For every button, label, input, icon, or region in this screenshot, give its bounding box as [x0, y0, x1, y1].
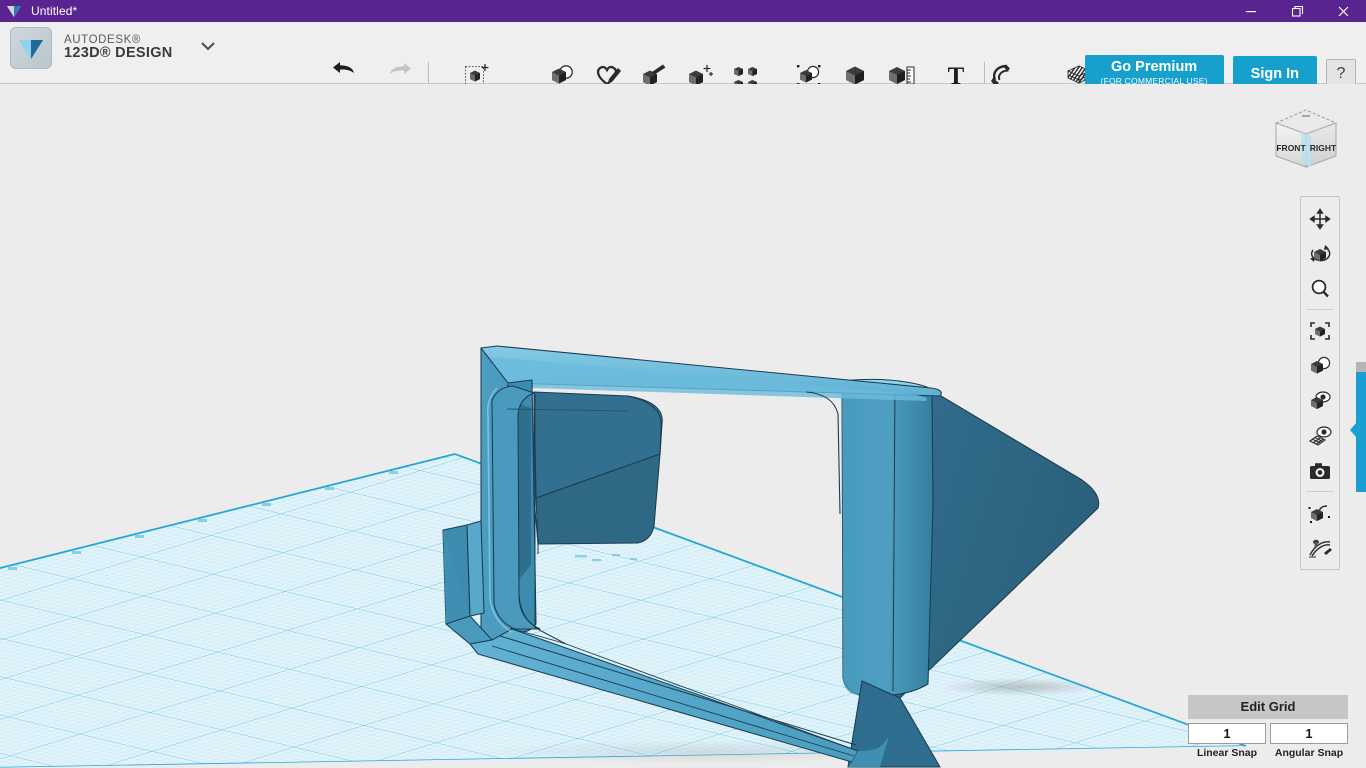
linear-snap-label: Linear Snap — [1196, 747, 1258, 759]
display-style-button[interactable] — [1301, 348, 1339, 383]
right-panel-toggle[interactable] — [1350, 372, 1366, 492]
app-logo-icon — [10, 27, 52, 69]
fit-button[interactable] — [1301, 313, 1339, 348]
brand-block[interactable]: AUTODESK® 123D® DESIGN — [10, 27, 217, 69]
view-cube[interactable]: FRONT RIGHT — [1264, 101, 1348, 177]
edit-grid-button[interactable]: Edit Grid — [1188, 695, 1348, 719]
model-shadow — [940, 678, 1100, 696]
model-flange-left-edge — [466, 520, 485, 617]
close-button[interactable] — [1320, 0, 1366, 22]
angular-snap-label: Angular Snap — [1274, 747, 1344, 759]
show-hidden-button[interactable] — [1301, 495, 1339, 530]
viewport-scene — [0, 345, 1247, 768]
zoom-button[interactable] — [1301, 271, 1339, 306]
undo-arrow-icon[interactable] — [330, 58, 358, 83]
restore-button[interactable] — [1274, 0, 1320, 22]
brand-line-product: 123D® DESIGN — [64, 45, 173, 62]
orbit-button[interactable] — [1301, 236, 1339, 271]
window-title: Untitled* — [31, 4, 78, 18]
view-cube-front-label: FRONT — [1276, 143, 1306, 153]
object-visibility-button[interactable] — [1301, 383, 1339, 418]
go-premium-label: Go Premium — [1110, 59, 1198, 75]
chevron-down-icon[interactable] — [199, 39, 217, 57]
chevron-left-icon — [1350, 422, 1357, 438]
snapshot-button[interactable] — [1301, 453, 1339, 488]
minimize-button[interactable] — [1228, 0, 1274, 22]
nav-divider — [1307, 309, 1333, 310]
autodesk-logo-icon — [3, 0, 25, 22]
navigation-toolbar — [1300, 196, 1340, 570]
angular-snap-input[interactable] — [1270, 723, 1348, 744]
nav-divider — [1307, 491, 1333, 492]
ground-grid — [0, 453, 1247, 768]
window-title-bar: Untitled* — [0, 0, 1366, 22]
grid-visibility-button[interactable] — [1301, 418, 1339, 453]
3d-viewport[interactable]: FRONT RIGHT Edit Grid 1 Linear Snap 1 An… — [0, 84, 1366, 768]
reset-view-button[interactable] — [1301, 530, 1339, 565]
redo-arrow-icon[interactable] — [386, 58, 414, 83]
right-panel-tab-cap — [1356, 362, 1366, 372]
edit-grid-panel: Edit Grid Linear Snap Angular Snap — [1188, 695, 1348, 759]
application-toolbar: AUTODESK® 123D® DESIGN T Go Premium (FOR… — [0, 22, 1366, 94]
view-cube-right-label: RIGHT — [1310, 143, 1337, 153]
window-controls — [1228, 0, 1366, 22]
pan-button[interactable] — [1301, 201, 1339, 236]
linear-snap-input[interactable] — [1188, 723, 1266, 744]
